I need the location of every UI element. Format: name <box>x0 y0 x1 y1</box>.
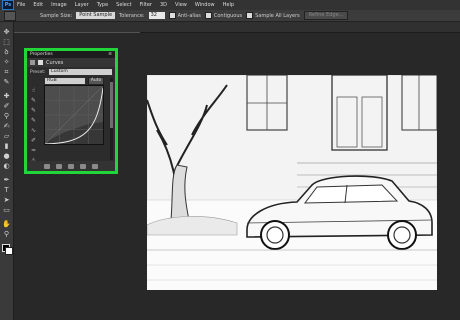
black-point-eyedropper-icon[interactable]: ✎ <box>30 97 37 104</box>
panel-menu-icon[interactable]: ≡ <box>108 52 112 57</box>
scrollbar-thumb[interactable] <box>110 82 113 128</box>
anti-alias-label: Anti-alias <box>177 13 201 19</box>
sample-size-select[interactable]: Point Sample <box>76 12 116 19</box>
delete-icon[interactable] <box>92 163 98 169</box>
menu-select[interactable]: Select <box>116 2 131 8</box>
contiguous-label: Contiguous <box>213 13 243 19</box>
menu-3d[interactable]: 3D <box>160 2 167 8</box>
view-previous-state-icon[interactable] <box>56 163 62 169</box>
curves-title-row: Curves <box>27 58 115 67</box>
checkbox-icon <box>204 12 212 19</box>
edit-points-icon[interactable]: ∿ <box>30 127 37 134</box>
clip-to-layer-icon[interactable] <box>44 163 50 169</box>
channel-row: RGB Auto <box>27 77 115 85</box>
zoom-tool-icon[interactable]: ⚲ <box>2 230 11 239</box>
sample-all-layers-label: Sample All Layers <box>255 13 300 19</box>
smooth-curve-icon[interactable]: ≈ <box>30 147 37 154</box>
move-tool-icon[interactable]: ✥ <box>2 28 11 37</box>
preset-label: Preset: <box>30 69 46 75</box>
lasso-tool-icon[interactable]: ꝺ <box>2 48 11 57</box>
tolerance-label: Tolerance: <box>119 12 145 19</box>
gradient-tool-icon[interactable]: ▮ <box>2 142 11 151</box>
blur-tool-icon[interactable]: ● <box>2 152 11 161</box>
type-tool-icon[interactable]: T <box>2 186 11 195</box>
magic-wand-tool-icon[interactable]: ✧ <box>2 58 11 67</box>
curve-tools: ☝ ✎ ✎ ✎ ∿ ✐ ≈ ⚠ <box>30 87 39 167</box>
visibility-icon[interactable] <box>80 163 86 169</box>
curves-label: Curves <box>46 59 64 66</box>
layer-mask-icon[interactable] <box>38 60 43 65</box>
anti-alias-checkbox[interactable]: Anti-alias <box>168 12 201 19</box>
properties-panel-title: Properties <box>30 52 53 57</box>
on-image-adjust-icon[interactable]: ☝ <box>30 87 37 94</box>
crop-tool-icon[interactable]: ⌗ <box>2 68 11 77</box>
hand-tool-icon[interactable]: ✋ <box>2 220 11 229</box>
photoshop-logo: Ps <box>2 0 14 10</box>
menu-filter[interactable]: Filter <box>140 2 152 8</box>
checkbox-icon <box>168 12 176 19</box>
refine-edge-button[interactable]: Refine Edge... <box>303 11 349 20</box>
eyedropper-tool-icon[interactable]: ✎ <box>2 78 11 87</box>
channel-select[interactable]: RGB <box>45 78 85 84</box>
properties-panel-footer <box>27 161 115 171</box>
curves-graph[interactable] <box>44 85 104 145</box>
sample-all-layers-checkbox[interactable]: Sample All Layers <box>246 12 300 19</box>
history-brush-tool-icon[interactable]: ✍ <box>2 122 11 131</box>
dodge-tool-icon[interactable]: ◐ <box>2 162 11 171</box>
background-color-swatch[interactable] <box>5 247 13 255</box>
sketch-photo <box>147 75 437 290</box>
marquee-tool-icon[interactable]: ⬚ <box>2 38 11 47</box>
menu-window[interactable]: Window <box>195 2 215 8</box>
toolbar: ✥ ⬚ ꝺ ✧ ⌗ ✎ ✚ ✐ ⚲ ✍ ▱ ▮ ● ◐ ✒ T ➤ ▭ ✋ ⚲ <box>0 22 14 320</box>
healing-brush-tool-icon[interactable]: ✚ <box>2 92 11 101</box>
contiguous-checkbox[interactable]: Contiguous <box>204 12 243 19</box>
reset-icon[interactable] <box>68 163 74 169</box>
auto-button[interactable]: Auto <box>88 77 104 85</box>
menu-bar: Ps File Edit Image Layer Type Select Fil… <box>0 0 460 10</box>
eraser-tool-icon[interactable]: ▱ <box>2 132 11 141</box>
pen-tool-icon[interactable]: ✒ <box>2 176 11 185</box>
preset-select[interactable]: Custom <box>48 69 112 75</box>
adjustment-layer-icon <box>30 60 35 65</box>
properties-panel: Properties ≡ Curves Preset: Custom RGB A… <box>24 48 118 174</box>
menu-image[interactable]: Image <box>51 2 67 8</box>
path-selection-tool-icon[interactable]: ➤ <box>2 196 11 205</box>
panel-scrollbar[interactable] <box>110 78 113 160</box>
magic-wand-preset-icon[interactable] <box>4 10 16 21</box>
clone-stamp-tool-icon[interactable]: ⚲ <box>2 112 11 121</box>
menu-file[interactable]: File <box>17 2 25 8</box>
properties-panel-header[interactable]: Properties ≡ <box>27 51 115 58</box>
brush-tool-icon[interactable]: ✐ <box>2 102 11 111</box>
sample-size-label: Sample Size: <box>40 12 73 19</box>
white-point-eyedropper-icon[interactable]: ✎ <box>30 117 37 124</box>
gray-point-eyedropper-icon[interactable]: ✎ <box>30 107 37 114</box>
tolerance-input[interactable]: 32 <box>148 12 165 19</box>
checkbox-icon <box>246 12 254 19</box>
document-canvas-image[interactable] <box>147 75 437 290</box>
menu-type[interactable]: Type <box>97 2 108 8</box>
menu-edit[interactable]: Edit <box>33 2 43 8</box>
menu-view[interactable]: View <box>175 2 187 8</box>
menu-help[interactable]: Help <box>223 2 234 8</box>
rectangle-tool-icon[interactable]: ▭ <box>2 206 11 215</box>
menu-layer[interactable]: Layer <box>75 2 89 8</box>
preset-row: Preset: Custom <box>27 67 115 77</box>
options-bar: Sample Size: Point Sample Tolerance: 32 … <box>0 10 460 22</box>
draw-curve-icon[interactable]: ✐ <box>30 137 37 144</box>
curves-graph-svg <box>44 85 104 145</box>
document-tab-bar: 13019550-1.psd @ 33% (Curves 1, Layer Ma… <box>14 22 460 42</box>
